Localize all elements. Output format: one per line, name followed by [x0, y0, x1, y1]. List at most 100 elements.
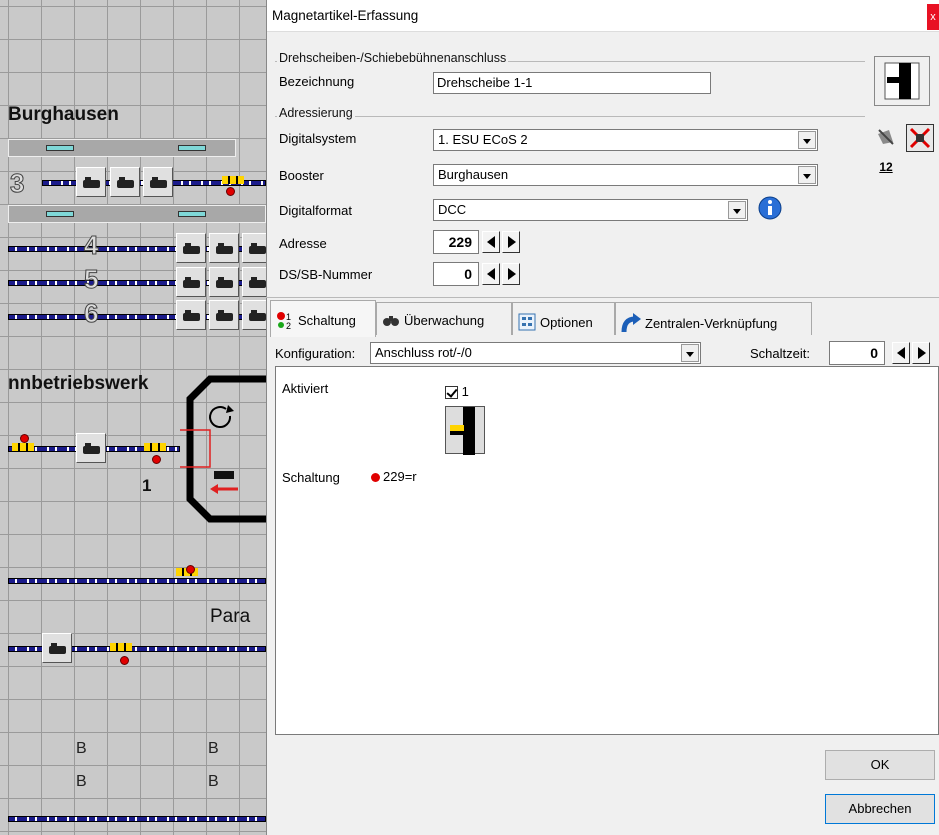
tab-label: Zentralen-Verknüpfung: [645, 315, 778, 331]
chevron-down-icon[interactable]: [728, 201, 746, 219]
track-slot: [178, 145, 206, 151]
switching-value: 229=r: [383, 469, 417, 484]
switch-time-increment-button[interactable]: [912, 342, 930, 364]
no-booster-icon[interactable]: [906, 124, 934, 152]
booster-value: Burghausen: [438, 167, 509, 182]
turntable-outline: [180, 375, 266, 523]
turntable-connection-preview: [874, 56, 930, 106]
station-label: Burghausen: [8, 104, 119, 125]
switching-state: 229=r: [371, 469, 417, 484]
tab-schaltung[interactable]: 12 Schaltung: [270, 300, 376, 337]
name-field[interactable]: Drehscheibe 1-1: [433, 72, 711, 94]
configuration-label: Konfiguration:: [275, 346, 356, 361]
configuration-value: Anschluss rot/-/0: [375, 345, 472, 360]
depot-label: nnbetriebswerk: [8, 373, 149, 394]
dialog-title: Magnetartikel-Erfassung: [272, 8, 419, 23]
chevron-down-icon[interactable]: [798, 131, 816, 149]
addressing-group-line: [275, 116, 865, 117]
block-label: B: [208, 773, 219, 790]
tab-ueberwachung[interactable]: Überwachung: [376, 302, 512, 335]
turntable-selection-frame: [180, 429, 211, 468]
tab-label: Schaltung: [298, 312, 356, 328]
track-slot: [178, 211, 206, 217]
track-number-4: 4: [83, 230, 99, 260]
signal-icon[interactable]: [222, 176, 244, 184]
ok-button[interactable]: OK: [825, 750, 935, 780]
locomotive-icon[interactable]: [242, 267, 266, 297]
locomotive-icon[interactable]: [242, 300, 266, 330]
svg-text:2: 2: [286, 321, 291, 329]
switch-time-decrement-button[interactable]: [892, 342, 910, 364]
tab-zentralen-verknuepfung[interactable]: Zentralen-Verknüpfung: [615, 302, 812, 335]
switch-time-label: Schaltzeit:: [750, 346, 810, 361]
connection-group-legend: Drehscheiben-/Schiebebühnenanschluss: [277, 51, 509, 65]
locomotive-icon[interactable]: [176, 267, 206, 297]
info-icon[interactable]: [757, 195, 783, 221]
chevron-down-icon[interactable]: [798, 166, 816, 184]
track-number-6: 6: [83, 298, 99, 328]
signal-red-lamp-icon: [120, 656, 129, 665]
signal-icon[interactable]: [144, 443, 166, 451]
locomotive-icon[interactable]: [143, 167, 173, 197]
tab-label: Überwachung: [404, 313, 485, 328]
signal-red-lamp-icon: [152, 455, 161, 464]
booster-select[interactable]: Burghausen: [433, 164, 818, 186]
locomotive-icon[interactable]: [242, 233, 266, 263]
digital-format-value: DCC: [438, 202, 467, 217]
ds-sb-decrement-button[interactable]: [482, 263, 500, 285]
ds-sb-number-field[interactable]: 0: [433, 262, 479, 286]
locomotive-icon[interactable]: [176, 300, 206, 330]
disconnect-icon[interactable]: [875, 126, 897, 148]
cancel-button[interactable]: Abbrechen: [825, 794, 935, 824]
close-button[interactable]: x: [927, 4, 939, 30]
digital-format-label: Digitalformat: [279, 203, 352, 218]
dialog-titlebar[interactable]: Magnetartikel-Erfassung x: [267, 0, 939, 32]
locomotive-icon[interactable]: [176, 233, 206, 263]
track-slot: [46, 145, 74, 151]
locomotive-icon[interactable]: [76, 433, 106, 463]
para-label: Para: [210, 606, 251, 627]
digital-system-label: Digitalsystem: [279, 131, 357, 146]
turntable-port-icon: [884, 62, 920, 100]
track-slot: [46, 211, 74, 217]
ds-sb-increment-button[interactable]: [502, 263, 520, 285]
locomotive-icon[interactable]: [42, 633, 72, 663]
track-line: [8, 578, 266, 584]
number-format-button[interactable]: 12: [875, 160, 897, 186]
signal-red-lamp-icon: [20, 434, 29, 443]
switch-time-field[interactable]: 0: [829, 341, 885, 365]
switching-icon: 12: [276, 311, 294, 332]
address-decrement-button[interactable]: [482, 231, 500, 253]
addressing-group-legend: Adressierung: [277, 106, 355, 120]
checkbox-checked-icon[interactable]: [445, 386, 458, 400]
name-label: Bezeichnung: [279, 74, 355, 89]
configuration-select[interactable]: Anschluss rot/-/0: [370, 342, 701, 364]
address-increment-button[interactable]: [502, 231, 520, 253]
locomotive-icon[interactable]: [209, 267, 239, 297]
signal-red-lamp-icon: [186, 565, 195, 574]
tab-label: Optionen: [540, 314, 593, 330]
digital-format-select[interactable]: DCC: [433, 199, 748, 221]
locomotive-icon[interactable]: [110, 167, 140, 197]
activated-checkbox[interactable]: 1: [445, 384, 469, 400]
chevron-down-icon[interactable]: [681, 344, 699, 362]
track-layout-canvas[interactable]: Burghausen 3 4 5 6 nnbetriebswerk 1 Para…: [0, 0, 266, 835]
signal-red-lamp-icon: [226, 187, 235, 196]
activated-label: Aktiviert: [282, 381, 329, 396]
tab-optionen[interactable]: Optionen: [512, 302, 615, 335]
block-label: B: [76, 773, 87, 790]
locomotive-icon[interactable]: [209, 300, 239, 330]
booster-label: Booster: [279, 168, 324, 183]
locomotive-icon[interactable]: [209, 233, 239, 263]
activated-checkbox-label: 1: [461, 384, 469, 399]
track-number-1: 1: [142, 476, 152, 495]
address-field[interactable]: 229: [433, 230, 479, 254]
block-label: B: [208, 740, 219, 757]
track-line: [8, 816, 266, 822]
signal-icon[interactable]: [110, 643, 132, 651]
locomotive-icon[interactable]: [76, 167, 106, 197]
binoculars-icon: [382, 313, 400, 330]
signal-icon[interactable]: [12, 443, 34, 451]
address-label: Adresse: [279, 236, 327, 251]
digital-system-select[interactable]: 1. ESU ECoS 2: [433, 129, 818, 151]
